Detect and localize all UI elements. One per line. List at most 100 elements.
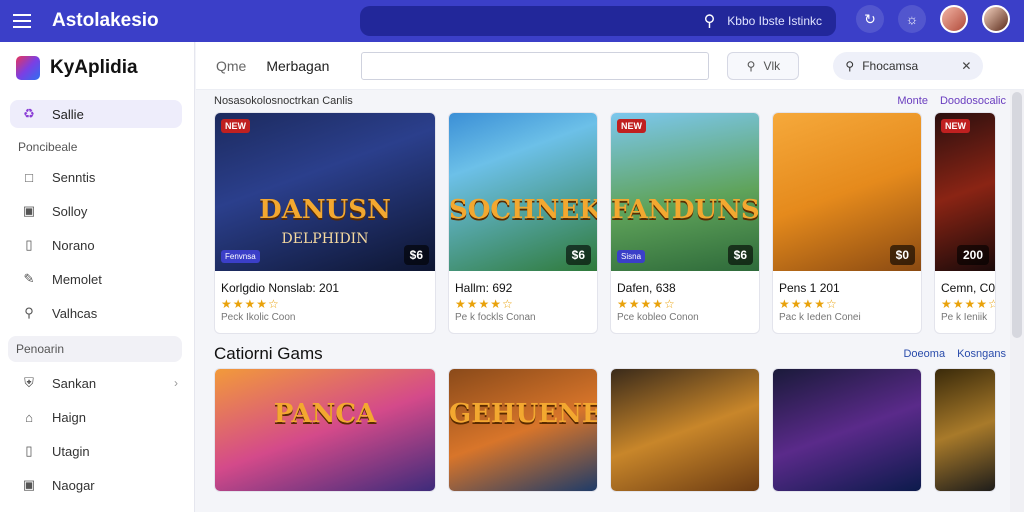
view-button-label: Vlk [763,58,781,73]
filter-bar: Qme Merbagan ⚲ Vlk ⚲ Fhocamsa ✕ [196,42,1024,90]
game-card-image[interactable]: SOCHNEK $6 [449,113,597,271]
game-card[interactable]: NEW Fenvnsa DANUSN DELPHIDIN $6 Korlgdio Nons… [214,112,436,334]
game-card-image[interactable] [773,369,921,491]
doc-icon: ▯ [25,237,33,252]
top-search[interactable]: ⚲ Kbbo Ibste Istinkc [360,6,836,36]
sidebar-item-9[interactable]: ▣ Naogar [0,468,194,502]
brand-logo [16,56,40,80]
sidebar-item-active[interactable]: ♻ Sallie [10,100,182,128]
section-link-2[interactable]: Doodosocalic [940,95,1006,107]
sidebar-item-label: Sankan [52,375,97,391]
search-icon[interactable]: ⚲ [704,11,716,31]
star-rating-icon: ★★★★☆ [617,297,676,311]
sidebar-item-label: Sallie [52,106,84,122]
sidebar-item-3[interactable]: ▯ Norano [0,228,194,262]
price-tag: $6 [403,245,429,265]
sidebar-item-label: Utagin [52,443,90,459]
sidebar-item-8[interactable]: ▯ Utagin [0,434,194,468]
card-title[interactable]: Cemn, C0 [935,271,995,295]
image-icon: ▣ [22,477,36,492]
game-card-row-2: PANCA GEHUENER [196,368,1024,492]
game-card-image[interactable]: NEW 200 [935,113,995,271]
game-card-image[interactable]: $0 [773,113,921,271]
game-card-image[interactable] [935,369,995,491]
game-card[interactable]: SOCHNEK $6 Hallm: 692 ★★★★☆ Pe k fockls Cona… [448,112,598,334]
app-title: Astolakesio [52,10,159,31]
game-card-image[interactable]: NEW Fenvnsa DANUSN DELPHIDIN $6 [215,113,435,271]
refresh-icon[interactable]: ↻ [856,5,884,33]
section-link-2[interactable]: Kosngans [957,348,1006,360]
top-search-text: Kbbo Ibste Istinkc [727,14,822,28]
doc-icon: ▯ [25,443,33,458]
star-rating-icon: ★★★★☆ [779,297,838,311]
game-card-image[interactable]: PANCA [215,369,435,491]
price-tag: $6 [565,245,591,265]
search-icon: ⚲ [845,58,855,73]
game-card[interactable] [610,368,760,492]
sidebar-item-label: Norano [52,237,95,253]
game-card[interactable] [934,368,996,492]
card-title[interactable]: Dafen, 638 [611,271,759,295]
game-card-row: NEW Fenvnsa DANUSN DELPHIDIN $6 Korlgdio Nons… [196,112,1024,334]
avatar[interactable] [940,5,968,33]
sidebar-item-4[interactable]: ✎ Memolet [0,262,194,296]
find-chip-label: Fhocamsa [862,58,919,73]
scrollbar-thumb[interactable] [1012,92,1022,338]
filter-input[interactable] [361,51,710,80]
card-title[interactable]: Korlgdio Nonslab: 201 [215,271,435,295]
search-icon: ⚲ [746,58,756,73]
game-card[interactable]: NEW 200 Cemn, C0 ★★★★☆ Pe k Ieniik [934,112,996,334]
price-tag: $6 [727,245,753,265]
chevron-right-icon[interactable]: › [174,376,178,390]
sidebar-item-label: Naogar [52,477,95,493]
card-art-title: SOCHNEK [449,195,598,225]
card-title[interactable]: Pens 1 201 [773,271,921,295]
close-icon[interactable]: ✕ [961,59,971,73]
game-card-image[interactable] [611,369,759,491]
card-title[interactable]: Hallm: 692 [449,271,597,295]
sidebar-item-7[interactable]: ⌂ Haign [0,400,194,434]
sidebar-item-label: Senntis [52,169,96,185]
filter-label-1[interactable]: Qme [216,58,246,74]
section-links: Doeoma Kosngans [903,348,1006,360]
price-tag: 200 [956,245,989,265]
game-card[interactable]: GEHUENER [448,368,598,492]
card-meta: Pac k Ieden Conei [779,312,861,323]
section-link-1[interactable]: Monte [897,95,928,107]
new-badge: NEW [221,119,250,133]
sidebar-item-6[interactable]: ⛨ Sankan › [0,366,194,400]
chat-icon[interactable]: ☼ [898,5,926,33]
new-badge: NEW [617,119,646,133]
game-card-image[interactable]: NEW Sisna FANDUNS $6 [611,113,759,271]
star-rating-icon: ★★★★☆ [221,297,280,311]
pen-icon: ✎ [23,271,35,286]
sidebar-item-1[interactable]: □ Senntis [0,160,194,194]
game-card[interactable]: NEW Sisna FANDUNS $6 Dafen, 638 ★★★★☆ Pce kobl… [610,112,760,334]
game-card[interactable]: PANCA [214,368,436,492]
grid-icon: □ [25,169,33,185]
sidebar-section-2: Penoarin [8,336,182,362]
section-title: Nosasokolosnoctrkan Canlis [214,95,353,107]
top-bar: Astolakesio ⚲ Kbbo Ibste Istinkc ↻ ☼ [0,0,1024,42]
card-art-title: DANUSN [259,195,391,225]
find-chip[interactable]: ⚲ Fhocamsa ✕ [833,51,984,80]
sidebar-item-2[interactable]: ▣ Sollоy [0,194,194,228]
brand[interactable]: KyAplidia [0,42,194,94]
game-card[interactable] [772,368,922,492]
sidebar-item-5[interactable]: ⚲ Valhcas [0,296,194,330]
home-icon: ⌂ [25,409,33,425]
game-card[interactable]: $0 Pens 1 201 ★★★★☆ Pac k Ieden Conei [772,112,922,334]
search-icon: ⚲ [24,305,34,320]
main-content: Qme Merbagan ⚲ Vlk ⚲ Fhocamsa ✕ Nosasoko… [196,42,1024,512]
star-rating-icon: ★★★★☆ [941,297,996,311]
section-link-1[interactable]: Doeoma [903,348,945,360]
avatar-user[interactable] [982,5,1010,33]
star-rating-icon: ★★★★☆ [455,297,514,311]
view-button[interactable]: ⚲ Vlk [727,51,800,80]
card-meta: Peck Ikolic Coon [221,312,296,323]
sidebar-item-label: Valhcas [52,305,98,321]
filter-label-2[interactable]: Merbagan [266,58,329,74]
game-card-image[interactable]: GEHUENER [449,369,597,491]
card-meta: Pe k Ieniik [941,312,988,323]
hamburger-icon[interactable] [0,0,44,42]
